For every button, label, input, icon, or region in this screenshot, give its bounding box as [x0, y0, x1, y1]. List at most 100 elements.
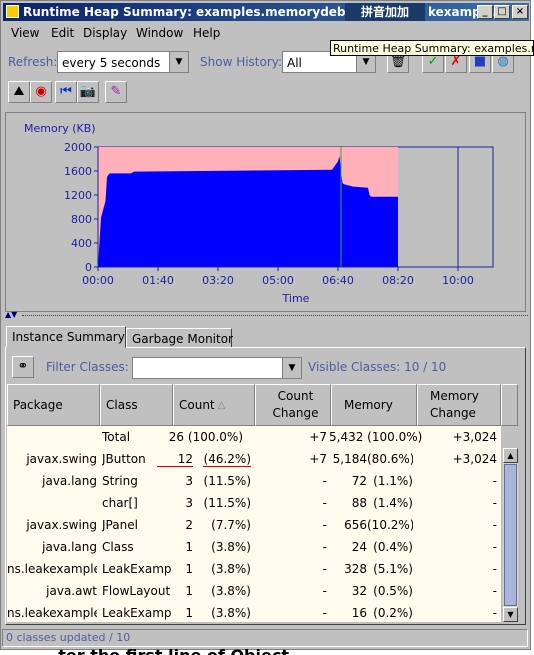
minimize-button[interactable]: _: [477, 5, 493, 19]
cell-package: javax.swing: [26, 452, 97, 466]
y-tick-label: 2000: [64, 141, 92, 154]
total-row: Total 26 (100.0%) +7 5,432 (100.0%) +3,0…: [7, 426, 501, 448]
cell-memory-pct: (5.1%): [373, 562, 413, 576]
maximize-button[interactable]: □: [494, 5, 510, 19]
cell-memory: 16: [351, 606, 367, 620]
cell-memory-change: -: [492, 606, 497, 620]
record-icon[interactable]: ◉: [30, 81, 52, 103]
table-row[interactable]: ns.leakexample LeakExamp 1 (3.8%) -328 (5.1%)…: [7, 558, 501, 580]
column-header-class[interactable]: Class: [100, 384, 173, 426]
table-row[interactable]: java.awt FlowLayout 1 (3.8%) -32 (0.5%) -: [7, 580, 501, 602]
header-corner: [501, 384, 518, 426]
x-tick-label: 03:20: [202, 274, 234, 287]
refresh-value: every 5 seconds: [62, 56, 161, 70]
memory-chart-panel: 0 400 800 1200 1600 2000 00:00 01:40 03:20 05:00 0…: [5, 112, 526, 312]
cell-memory-change: -: [492, 584, 497, 598]
ime-indicator[interactable]: 拼音加加: [345, 3, 425, 21]
menu-view[interactable]: View: [11, 26, 39, 40]
cell-memory: 24: [351, 540, 367, 554]
cell-package: java.awt: [46, 584, 97, 598]
cell-count: 1: [185, 606, 193, 620]
cell-memory-pct: (1.4%): [373, 496, 413, 510]
cell-memory-change: -: [492, 474, 497, 488]
cell-memory-pct: (0.5%): [373, 584, 413, 598]
y-tick-label: 0: [85, 261, 92, 274]
cell-package: ns.leakexample: [7, 562, 97, 576]
y-axis-label: Memory (KB): [24, 122, 96, 135]
cell-package: java.lang: [42, 540, 97, 554]
cell-count: 12: [157, 452, 193, 467]
cell-count: 1: [185, 584, 193, 598]
tooltip: Runtime Heap Summary: examples.memor: [330, 40, 534, 56]
cell-count-change: -: [322, 518, 327, 532]
chevron-down-icon: ▼: [282, 358, 301, 378]
history-value: All: [287, 56, 302, 70]
cell-memory: 88: [351, 496, 367, 510]
filter-classes-select[interactable]: ▼: [132, 357, 302, 379]
table-row[interactable]: ns.leakexample LeakExamp 1 (3.8%) -16 (0.2%) -: [7, 602, 501, 622]
cell-memory-pct: (80.6%): [367, 452, 413, 466]
cell-package: java.lang: [42, 474, 97, 488]
table-scrollbar[interactable]: ▲ ▼: [503, 448, 518, 622]
graph-toolbar: ⛰ ◉ ⏮ 📷 ✎: [3, 79, 529, 105]
cell-memory-change: +3,024: [452, 452, 497, 466]
menu-display[interactable]: Display: [83, 26, 127, 40]
cell-count-change: -: [322, 496, 327, 510]
table-row[interactable]: java.lang Class 1 (3.8%) -24 (0.4%) -: [7, 536, 501, 558]
chart-line-icon[interactable]: ⛰: [8, 81, 30, 103]
x-tick-label: 01:40: [142, 274, 174, 287]
menu-help[interactable]: Help: [193, 26, 220, 40]
menu-window[interactable]: Window: [136, 26, 183, 40]
column-header-memory[interactable]: Memory: [331, 384, 417, 426]
tab-instance-summary[interactable]: Instance Summary: [6, 326, 126, 348]
camera-icon[interactable]: 📷: [77, 81, 99, 103]
cell-count: 2: [185, 518, 193, 532]
x-tick-label: 08:20: [382, 274, 414, 287]
total-count: 26 (100.0%): [168, 430, 243, 444]
total-label: Total: [102, 430, 131, 444]
splitter-grip: [22, 315, 528, 318]
window-title: Runtime Heap Summary: examples.memorydeb…: [23, 5, 397, 19]
memory-change-header-label: Memory Change: [430, 389, 479, 420]
column-header-count[interactable]: Count △: [173, 384, 255, 426]
tab-garbage-monitor[interactable]: Garbage Monitor: [126, 328, 233, 348]
table-header: Package Class Count △ Count Change Memory…: [7, 384, 501, 426]
binoculars-icon[interactable]: ⚭: [12, 356, 34, 378]
class-header-label: Class: [106, 397, 138, 412]
x-axis-label: Time: [282, 292, 310, 305]
rewind-icon[interactable]: ⏮: [55, 81, 77, 103]
close-button[interactable]: ×: [512, 5, 528, 19]
table-row[interactable]: char[] 3 (11.5%) -88 (1.4%) -: [7, 492, 501, 514]
count-change-header-label: Count Change: [272, 389, 319, 420]
title-bar[interactable]: Runtime Heap Summary: examples.memorydeb…: [3, 3, 529, 21]
cell-memory: 328: [344, 562, 367, 576]
filter-label: Filter Classes:: [46, 360, 129, 374]
total-memory-change: +3,024: [452, 430, 497, 444]
y-tick-label: 1600: [64, 165, 92, 178]
table-row[interactable]: javax.swing JButton 12 (46.2%) +7 5,184 (80.6%…: [7, 448, 501, 470]
cell-count-pct: (11.5%): [203, 496, 251, 510]
app-icon: [6, 5, 19, 18]
plot-extension-box: [457, 146, 494, 268]
column-header-package[interactable]: Package: [7, 384, 100, 426]
x-tick-label: 06:40: [322, 274, 354, 287]
splitter[interactable]: ▲▼: [2, 310, 528, 321]
total-count-change: +7: [309, 430, 327, 444]
memory-header-label: Memory: [344, 397, 393, 412]
scroll-up-icon[interactable]: ▲: [503, 448, 518, 463]
table-row[interactable]: javax.swing JPanel 2 (7.7%) -656 (10.2%) -: [7, 514, 501, 536]
collapse-arrows-icon[interactable]: ▲▼: [5, 310, 17, 319]
cell-count-pct: (3.8%): [211, 562, 251, 576]
menu-edit[interactable]: Edit: [51, 26, 74, 40]
column-header-memory-change[interactable]: Memory Change: [417, 384, 501, 426]
column-header-count-change[interactable]: Count Change: [255, 384, 331, 426]
refresh-select[interactable]: every 5 seconds ▼: [57, 51, 189, 73]
x-tick-label: 10:00: [442, 274, 474, 287]
cell-count-change: -: [322, 562, 327, 576]
y-tick-label: 400: [71, 237, 92, 250]
eraser-icon[interactable]: ✎: [105, 81, 127, 103]
scroll-thumb[interactable]: [504, 464, 517, 606]
scroll-down-icon[interactable]: ▼: [503, 607, 518, 622]
table-row[interactable]: java.lang String 3 (11.5%) -72 (1.1%) -: [7, 470, 501, 492]
x-tick-label: 00:00: [82, 274, 114, 287]
